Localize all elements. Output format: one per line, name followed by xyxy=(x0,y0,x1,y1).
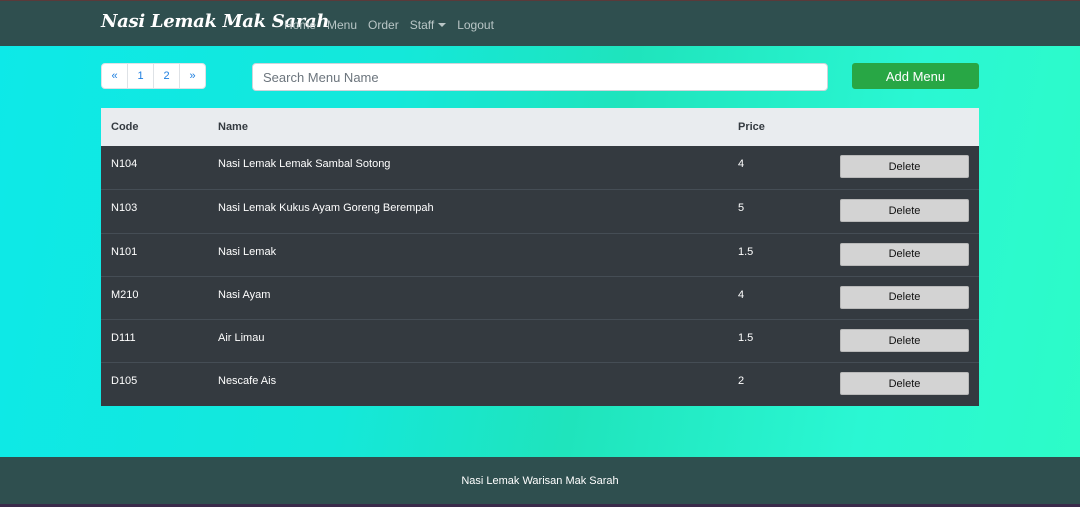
delete-button[interactable]: Delete xyxy=(840,329,969,353)
add-menu-button[interactable]: Add Menu xyxy=(852,63,979,89)
pagination-page-2[interactable]: 2 xyxy=(154,64,180,88)
footer: Nasi Lemak Warisan Mak Sarah xyxy=(0,457,1080,507)
row-price: 4 xyxy=(738,158,745,170)
row-code: D111 xyxy=(111,332,136,345)
nav-menu[interactable]: Menu xyxy=(327,18,357,32)
row-name: Air Limau xyxy=(218,332,265,345)
caret-down-icon xyxy=(438,22,447,27)
delete-button[interactable]: Delete xyxy=(840,242,969,266)
pagination-next[interactable]: » xyxy=(180,64,205,88)
row-price: 1.5 xyxy=(738,332,754,345)
header-price: Price xyxy=(738,121,765,133)
row-price: 4 xyxy=(738,288,745,301)
pagination: « 1 2 » xyxy=(101,63,206,89)
delete-button[interactable]: Delete xyxy=(840,199,969,223)
nav-logout[interactable]: Logout xyxy=(457,18,494,32)
table-body: N104 Nasi Lemak Lemak Sambal Sotong 4 De… xyxy=(101,146,979,406)
row-code: N101 xyxy=(111,245,138,258)
row-code: N104 xyxy=(111,158,138,170)
table-row: D111 Air Limau 1.5 Delete xyxy=(101,319,979,362)
menu-table: Code Name Price N104 Nasi Lemak Lemak Sa… xyxy=(101,108,979,406)
delete-button[interactable]: Delete xyxy=(840,285,969,309)
row-name: Nasi Lemak Kukus Ayam Goreng Berempah xyxy=(218,202,434,215)
nav-order[interactable]: Order xyxy=(368,18,399,32)
row-price: 5 xyxy=(738,202,745,215)
nav-links: Home Menu Order Staff Logout xyxy=(284,18,505,32)
table-row: N103 Nasi Lemak Kukus Ayam Goreng Beremp… xyxy=(101,189,979,232)
header-name: Name xyxy=(218,121,248,133)
table-header: Code Name Price xyxy=(101,108,979,146)
row-name: Nescafe Ais xyxy=(218,375,277,388)
delete-button[interactable]: Delete xyxy=(840,372,969,396)
delete-button[interactable]: Delete xyxy=(840,155,969,178)
row-code: D105 xyxy=(111,375,138,388)
pagination-page-1[interactable]: 1 xyxy=(128,64,154,88)
nav-staff-label: Staff xyxy=(409,18,435,32)
top-navbar: Nasi Lemak Mak Sarah Home Menu Order Sta… xyxy=(0,0,1080,46)
table-row: D105 Nescafe Ais 2 Delete xyxy=(101,362,979,405)
table-row: N101 Nasi Lemak 1.5 Delete xyxy=(101,232,979,276)
row-price: 2 xyxy=(738,375,745,388)
row-code: N103 xyxy=(111,202,138,215)
row-code: M210 xyxy=(111,288,139,301)
pagination-prev[interactable]: « xyxy=(102,64,128,88)
search-input[interactable] xyxy=(252,63,828,91)
nav-staff-dropdown[interactable]: Staff xyxy=(409,18,447,32)
header-code: Code xyxy=(111,121,139,133)
table-row: N104 Nasi Lemak Lemak Sambal Sotong 4 De… xyxy=(101,146,979,189)
row-name: Nasi Lemak Lemak Sambal Sotong xyxy=(218,158,391,170)
row-name: Nasi Ayam xyxy=(218,288,271,301)
nav-home[interactable]: Home xyxy=(284,18,316,32)
footer-text: Nasi Lemak Warisan Mak Sarah xyxy=(461,475,619,487)
row-name: Nasi Lemak xyxy=(218,245,277,258)
row-price: 1.5 xyxy=(738,245,754,258)
table-row: M210 Nasi Ayam 4 Delete xyxy=(101,275,979,319)
